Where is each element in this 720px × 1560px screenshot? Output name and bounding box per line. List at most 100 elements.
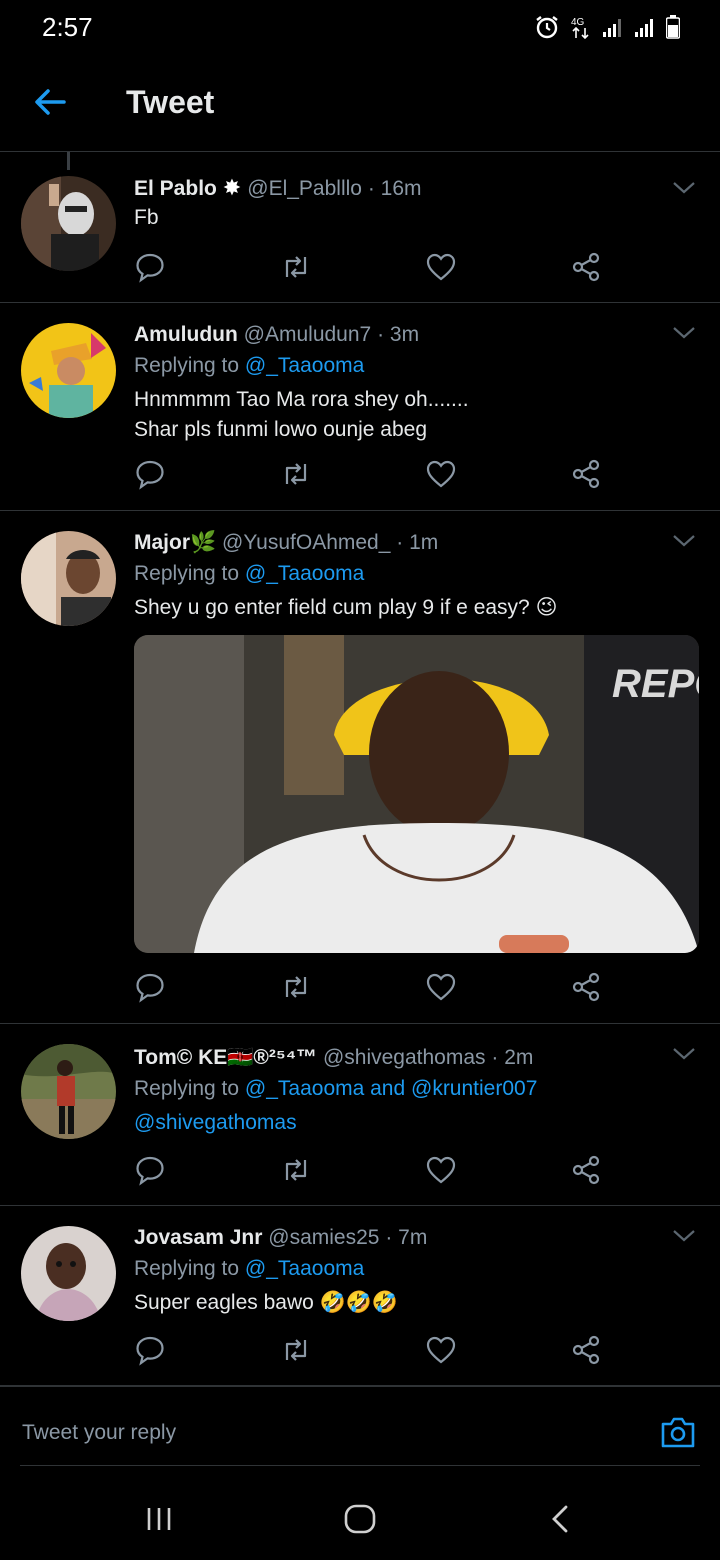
retweet-icon — [285, 463, 307, 485]
tweet-text[interactable]: @shivegathomas — [134, 1108, 696, 1138]
heart-icon — [426, 973, 456, 1001]
replying-prefix: Replying to — [134, 562, 240, 585]
like-action[interactable] — [425, 251, 457, 283]
tweet-actions — [134, 251, 604, 283]
tweet-media-image[interactable]: REPO — [134, 635, 699, 953]
display-name[interactable]: Major🌿 — [134, 531, 216, 554]
tweet-item[interactable]: El Pablo ✸ @El_Pablllo · 16m Fb — [0, 152, 720, 303]
comment-icon — [136, 460, 164, 490]
display-name[interactable]: Amuludun — [134, 323, 238, 346]
replying-prefix: Replying to — [134, 354, 240, 377]
chevron-down-icon[interactable] — [672, 1046, 696, 1062]
avatar[interactable] — [21, 323, 116, 418]
mention-link[interactable]: @_Taaooma and @kruntier007 — [245, 1077, 537, 1100]
share-action[interactable] — [570, 251, 602, 283]
tweet-text: Fb — [134, 206, 159, 229]
tweet-header: Amuludun @Amuludun7 · 3m — [134, 321, 696, 349]
replying-to: Replying to @_Taaooma — [134, 1254, 696, 1284]
mention-link[interactable]: @_Taaooma — [245, 562, 364, 585]
chevron-down-icon[interactable] — [672, 533, 696, 549]
like-action[interactable] — [425, 971, 457, 1003]
retweet-action[interactable] — [280, 458, 312, 490]
tweet-header: El Pablo ✸ @El_Pablllo · 16m — [134, 174, 696, 203]
user-handle[interactable]: @samies25 — [268, 1226, 379, 1249]
top-bar: Tweet — [0, 56, 720, 152]
alarm-icon — [536, 16, 558, 39]
avatar[interactable] — [21, 531, 116, 626]
comment-icon — [136, 253, 164, 283]
tweet-header: Jovasam Jnr @samies25 · 7m — [134, 1224, 696, 1252]
tweet-header: Major🌿 @YusufOAhmed_ · 1m — [134, 529, 696, 557]
tweet-item[interactable]: Major🌿 @YusufOAhmed_ · 1m Replying to @_… — [0, 511, 720, 1024]
replying-to: Replying to @_Taaooma — [134, 351, 696, 381]
tweet-item[interactable]: Amuludun @Amuludun7 · 3m Replying to @_T… — [0, 303, 720, 511]
share-icon — [572, 459, 600, 489]
user-handle[interactable]: @Amuludun7 — [244, 323, 372, 346]
retweet-icon — [285, 976, 307, 998]
home-icon[interactable] — [343, 1504, 377, 1534]
reply-action[interactable] — [134, 251, 166, 283]
heart-icon — [426, 1156, 456, 1184]
tweet-time: · 3m — [377, 323, 420, 346]
reply-action[interactable] — [134, 458, 166, 490]
share-action[interactable] — [570, 971, 602, 1003]
share-action[interactable] — [570, 458, 602, 490]
user-handle[interactable]: @YusufOAhmed_ — [222, 531, 390, 554]
avatar[interactable] — [21, 1044, 116, 1139]
mention-link[interactable]: @_Taaooma — [245, 354, 364, 377]
comment-icon — [136, 973, 164, 1003]
chevron-down-icon[interactable] — [672, 180, 696, 196]
share-action[interactable] — [570, 1334, 602, 1366]
network-4g-icon: 4G — [571, 17, 589, 40]
tweet-time: · 1m — [396, 531, 439, 554]
retweet-action[interactable] — [280, 1154, 312, 1186]
camera-icon[interactable] — [660, 1415, 696, 1449]
tweet-actions — [134, 458, 604, 490]
display-name[interactable]: Jovasam Jnr — [134, 1226, 262, 1249]
reply-action[interactable] — [134, 1334, 166, 1366]
network-label: 4G — [571, 17, 585, 28]
retweet-icon — [285, 1339, 307, 1361]
replying-to: Replying to @_Taaooma and @kruntier007 — [134, 1074, 696, 1104]
retweet-action[interactable] — [280, 1334, 312, 1366]
tweet-text: Hnmmmm Tao Ma rora shey oh....... — [134, 388, 469, 411]
tweet-actions — [134, 1154, 604, 1186]
like-action[interactable] — [425, 458, 457, 490]
divider — [20, 1465, 700, 1466]
retweet-icon — [285, 256, 307, 278]
status-bar: 2:57 4G — [0, 0, 720, 56]
reply-action[interactable] — [134, 1154, 166, 1186]
heart-icon — [426, 460, 456, 488]
back-icon[interactable] — [548, 1504, 574, 1534]
chevron-down-icon[interactable] — [672, 325, 696, 341]
recent-apps-icon[interactable] — [144, 1504, 174, 1534]
user-handle[interactable]: @El_Pablllo — [247, 177, 362, 200]
like-action[interactable] — [425, 1334, 457, 1366]
reply-input[interactable]: Tweet your reply — [22, 1421, 176, 1445]
mention-link[interactable]: @_Taaooma — [245, 1257, 364, 1280]
comment-icon — [136, 1336, 164, 1366]
tweet-item[interactable]: Tom© KE🇰🇪®²⁵⁴™ @shivegathomas · 2m Reply… — [0, 1024, 720, 1206]
retweet-action[interactable] — [280, 971, 312, 1003]
replying-prefix: Replying to — [134, 1257, 240, 1280]
reply-composer[interactable]: Tweet your reply — [0, 1386, 720, 1466]
tweet-item[interactable]: Jovasam Jnr @samies25 · 7m Replying to @… — [0, 1206, 720, 1386]
display-name[interactable]: El Pablo — [134, 177, 217, 200]
status-time: 2:57 — [42, 12, 93, 42]
status-icons: 4G — [534, 14, 680, 40]
retweet-action[interactable] — [280, 251, 312, 283]
back-arrow-icon[interactable] — [30, 82, 70, 122]
page-title: Tweet — [126, 84, 215, 120]
user-handle[interactable]: @shivegathomas — [323, 1046, 486, 1069]
like-action[interactable] — [425, 1154, 457, 1186]
avatar[interactable] — [21, 1226, 116, 1321]
display-name[interactable]: Tom© KE🇰🇪®²⁵⁴™ — [134, 1046, 317, 1069]
reply-action[interactable] — [134, 971, 166, 1003]
chevron-down-icon[interactable] — [672, 1228, 696, 1244]
avatar[interactable] — [21, 176, 116, 271]
tweet-actions — [134, 1334, 604, 1366]
tweet-text: Super eagles bawo 🤣🤣🤣 — [134, 1291, 399, 1314]
thread-line — [67, 152, 70, 170]
share-action[interactable] — [570, 1154, 602, 1186]
tweet-actions — [134, 971, 604, 1003]
